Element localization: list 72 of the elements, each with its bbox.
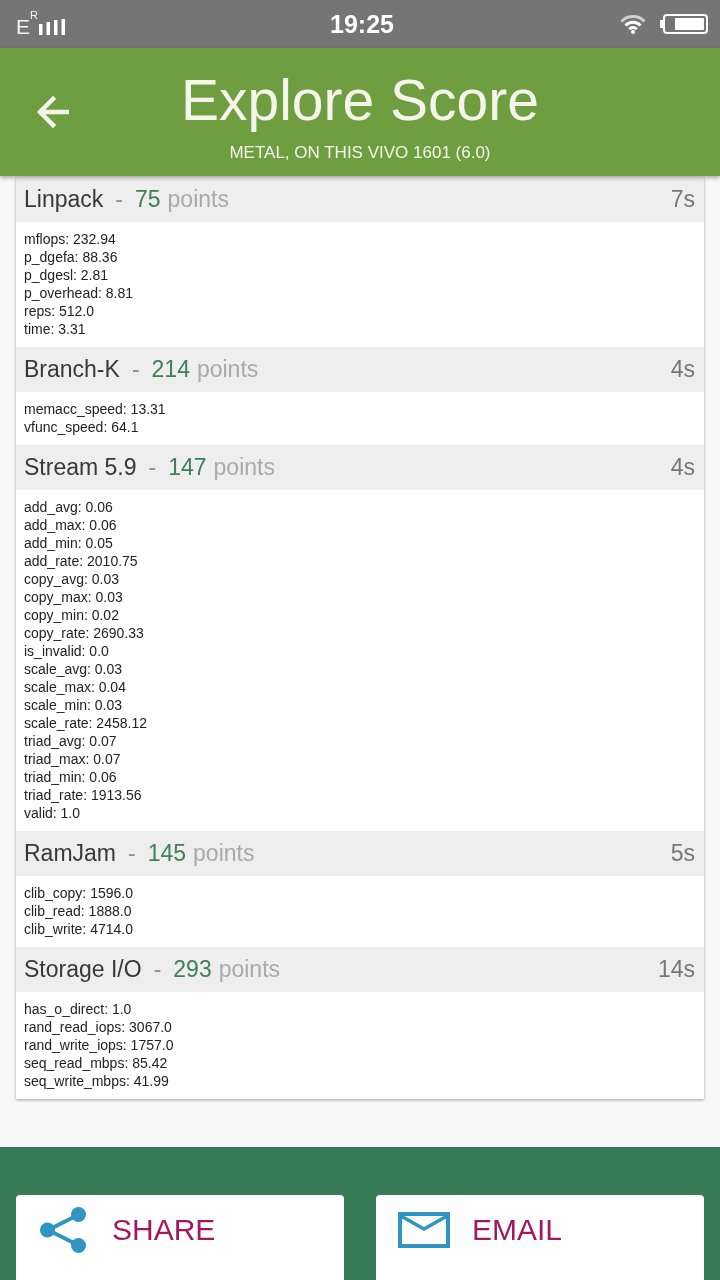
score-unit: points — [167, 186, 229, 213]
score-separator: - — [128, 840, 136, 867]
envelope-icon — [398, 1212, 450, 1248]
score-unit: points — [213, 454, 275, 481]
metric-text: seq_write_mbps: 41.99 — [24, 1072, 169, 1090]
metric-text: seq_read_mbps: 85.42 — [24, 1054, 168, 1072]
metric-text: copy_rate: 2690.33 — [24, 624, 144, 642]
metric-text: p_overhead: 8.81 — [24, 284, 133, 302]
metric-text: triad_max: 0.07 — [24, 750, 121, 768]
metric-text: has_o_direct: 1.0 — [24, 1000, 132, 1018]
metric-text: time: 3.31 — [24, 320, 86, 338]
metric-text: clib_write: 4714.0 — [24, 920, 133, 938]
benchmark-name: Linpack — [24, 186, 104, 213]
metric-text: mflops: 232.94 — [24, 230, 116, 248]
duration-label: 7s — [670, 186, 695, 213]
benchmark-name: Storage I/O — [24, 956, 142, 983]
clock-time: 19:25 — [330, 9, 394, 39]
score-value: 214 — [151, 356, 190, 383]
score-separator: - — [115, 186, 123, 213]
score-separator: - — [148, 454, 157, 481]
benchmark-name: Stream 5.9 — [24, 454, 137, 481]
battery-icon — [660, 14, 708, 34]
metric-text: triad_min: 0.06 — [24, 768, 117, 786]
email-button[interactable]: EMAIL — [376, 1195, 704, 1280]
score-separator: - — [131, 356, 140, 383]
signal-bars-icon — [38, 19, 65, 35]
benchmark-name: RamJam — [24, 840, 116, 867]
score-separator: - — [153, 956, 162, 983]
network-type-label: E — [16, 18, 30, 36]
metric-text: memacc_speed: 13.31 — [24, 400, 166, 418]
metric-text: valid: 1.0 — [24, 804, 81, 822]
metric-text: triad_rate: 1913.56 — [24, 786, 142, 804]
wifi-icon — [620, 14, 646, 34]
score-unit: points — [193, 840, 255, 867]
metric-text: p_dgefa: 88.36 — [24, 248, 118, 266]
metric-text: copy_min: 0.02 — [24, 606, 119, 624]
metric-text: is_invalid: 0.0 — [24, 642, 109, 660]
screen-title: Explore Score — [181, 68, 539, 132]
score-unit: points — [218, 956, 281, 983]
metric-text: scale_avg: 0.03 — [24, 660, 123, 678]
metric-text: rand_write_iops: 1757.0 — [24, 1036, 174, 1054]
metric-text: add_rate: 2010.75 — [24, 552, 138, 570]
metric-text: add_max: 0.06 — [24, 516, 117, 534]
metric-text: vfunc_speed: 64.1 — [24, 418, 139, 436]
metric-text: scale_max: 0.04 — [24, 678, 126, 696]
metric-text: reps: 512.0 — [24, 302, 95, 320]
score-value: 145 — [147, 840, 187, 867]
metric-text: p_dgesl: 2.81 — [24, 266, 109, 284]
score-value: 147 — [168, 454, 207, 481]
duration-label: 5s — [670, 840, 695, 867]
share-button[interactable]: SHARE — [16, 1195, 344, 1280]
metric-text: scale_min: 0.03 — [24, 696, 123, 714]
share-icon — [40, 1207, 86, 1253]
score-value: 293 — [173, 956, 212, 983]
score-value: 75 — [134, 186, 161, 213]
duration-label: 4s — [670, 454, 695, 481]
metric-text: add_avg: 0.06 — [24, 498, 113, 516]
metric-text: scale_rate: 2458.12 — [24, 714, 147, 732]
duration-label: 4s — [670, 356, 695, 383]
screen-subtitle: METAL, ON THIS VIVO 1601 (6.0) — [229, 142, 491, 164]
metric-text: copy_max: 0.03 — [24, 588, 123, 606]
duration-label: 14s — [657, 956, 695, 983]
back-arrow-icon[interactable] — [35, 95, 69, 129]
metric-text: clib_copy: 1596.0 — [24, 884, 133, 902]
benchmark-name: Branch-K — [24, 356, 120, 383]
metric-text: clib_read: 1888.0 — [24, 902, 132, 920]
roaming-label: R — [30, 10, 38, 21]
score-unit: points — [196, 356, 259, 383]
metric-text: triad_avg: 0.07 — [24, 732, 117, 750]
metric-text: add_min: 0.05 — [24, 534, 113, 552]
metric-text: copy_avg: 0.03 — [24, 570, 119, 588]
metric-text: rand_read_iops: 3067.0 — [24, 1018, 172, 1036]
